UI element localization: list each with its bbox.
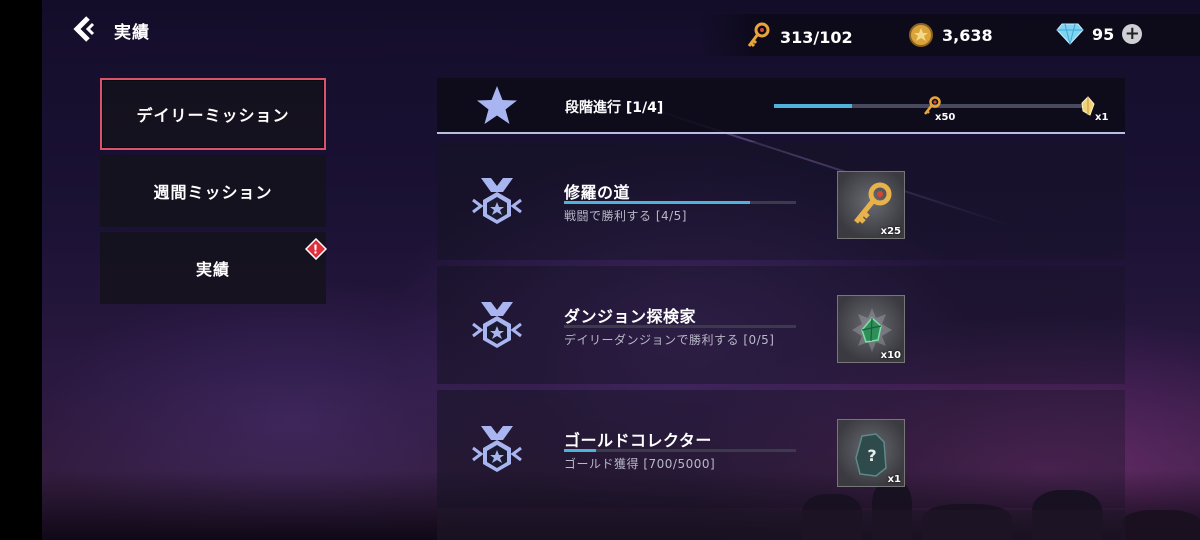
gem-currency: 95 + xyxy=(1056,22,1143,46)
medal-icon xyxy=(472,426,522,472)
gem-count: 95 xyxy=(1092,24,1115,44)
next-mission-row-edge xyxy=(437,510,1125,540)
mystery-box-icon: ? xyxy=(855,433,887,477)
gold-currency: 3,638 xyxy=(908,22,993,48)
top-bar: 実績 313/102 3,638 95 + xyxy=(0,0,1200,62)
currency-bar: 313/102 3,638 95 + xyxy=(700,14,1200,56)
gold-count: 3,638 xyxy=(942,25,993,45)
mission-desc: デイリーダンジョンで勝利する [0/5] xyxy=(564,333,775,347)
star-icon xyxy=(477,86,517,124)
stage-fill xyxy=(774,104,852,108)
tab-weekly-missions[interactable]: 週間ミッション xyxy=(100,155,326,227)
reward-slot[interactable]: x10 xyxy=(837,295,905,363)
reward-slot[interactable]: x25 xyxy=(837,171,905,239)
mission-desc: ゴールド獲得 [700/5000] xyxy=(564,457,716,471)
mission-row: 修羅の道 戦闘で勝利する [4/5] x25 xyxy=(437,142,1125,260)
svg-text:?: ? xyxy=(867,446,876,465)
reward-qty: x25 xyxy=(880,226,901,237)
mission-desc: 戦闘で勝利する [4/5] xyxy=(564,209,687,223)
back-button[interactable] xyxy=(70,14,100,44)
key-count: 313/102 xyxy=(780,27,853,47)
medal-icon xyxy=(472,178,522,224)
reward-qty: x1 xyxy=(887,474,901,485)
milestone-qty: x50 xyxy=(935,112,956,123)
mission-title: 修羅の道 xyxy=(564,183,631,202)
alert-mark: ! xyxy=(313,243,319,257)
key-currency: 313/102 xyxy=(744,22,853,52)
stage-progress-bar: 段階進行 [1/4] x50 x1 xyxy=(437,78,1125,134)
mission-title: ゴールドコレクター xyxy=(564,431,712,450)
mission-progress xyxy=(564,449,796,452)
key-icon xyxy=(854,182,892,224)
tab-label: 実績 xyxy=(195,260,230,279)
mission-row: ゴールドコレクター ゴールド獲得 [700/5000] ? x1 xyxy=(437,390,1125,508)
tab-achievements[interactable]: 実績 ! xyxy=(100,232,328,304)
medal-icon xyxy=(472,302,522,348)
mission-row: ダンジョン探検家 デイリーダンジョンで勝利する [0/5] x10 xyxy=(437,266,1125,384)
mission-progress xyxy=(564,325,796,328)
mission-progress-fill xyxy=(564,201,750,204)
mission-progress-fill xyxy=(564,449,597,452)
reward-slot[interactable]: ? x1 xyxy=(837,419,905,487)
alert-icon: ! xyxy=(304,237,328,261)
mission-progress xyxy=(564,201,796,204)
tab-label: デイリーミッション xyxy=(136,106,290,125)
green-crystal-icon xyxy=(852,308,892,352)
key-icon xyxy=(747,22,770,48)
mission-panel: 段階進行 [1/4] x50 x1 修羅の道 戦闘で勝利する [4/5] x25… xyxy=(437,78,1125,540)
milestone-qty: x1 xyxy=(1095,112,1109,123)
reward-qty: x10 xyxy=(880,350,901,361)
alert-badge: ! xyxy=(304,237,328,261)
tab-daily-missions[interactable]: デイリーミッション xyxy=(100,78,326,150)
diamond-icon xyxy=(1056,23,1084,45)
add-gems-button[interactable]: + xyxy=(1122,24,1143,44)
page-title: 実績 xyxy=(114,23,150,43)
gold-coin-icon xyxy=(909,23,933,47)
chevron-left-icon xyxy=(73,16,95,42)
tab-label: 週間ミッション xyxy=(153,183,273,202)
stage-label: 段階進行 [1/4] xyxy=(565,100,664,116)
mission-title: ダンジョン探検家 xyxy=(564,307,697,326)
